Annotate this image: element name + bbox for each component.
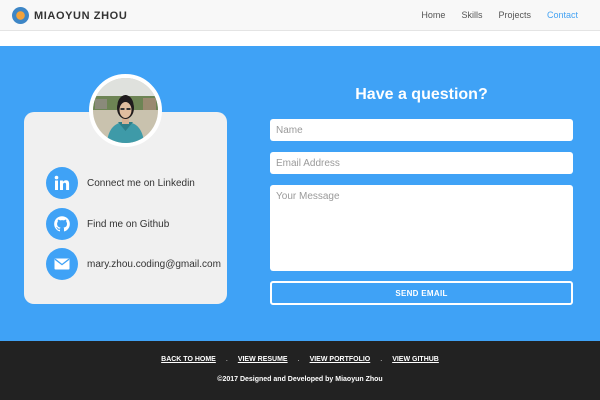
nav-link-home[interactable]: Home xyxy=(421,10,445,20)
profile-photo xyxy=(93,78,158,143)
footer-separator: . xyxy=(225,356,228,363)
contact-section: Connect me on Linkedin Find me on Github… xyxy=(0,46,600,341)
name-input[interactable] xyxy=(270,119,573,141)
footer-link-view-github[interactable]: VIEW GITHUB xyxy=(392,356,439,363)
footer-link-back-to-home[interactable]: BACK TO HOME xyxy=(161,356,216,363)
email-link[interactable]: mary.zhou.coding@gmail.com xyxy=(46,248,221,280)
copyright-text: ©2017 Designed and Developed by Miaoyun … xyxy=(217,376,383,383)
send-email-button[interactable]: SEND EMAIL xyxy=(270,281,573,305)
brand[interactable]: MIAOYUN ZHOU xyxy=(12,7,127,24)
github-link[interactable]: Find me on Github xyxy=(46,208,169,240)
footer-separator: . xyxy=(380,356,383,363)
linkedin-icon xyxy=(46,167,78,199)
nav-link-contact[interactable]: Contact xyxy=(547,10,578,20)
brand-logo-icon xyxy=(12,7,29,24)
footer-links: BACK TO HOME . VIEW RESUME . VIEW PORTFO… xyxy=(0,356,600,363)
form-title: Have a question? xyxy=(355,86,488,103)
nav-links: Home Skills Projects Contact xyxy=(405,10,578,20)
nav-link-projects[interactable]: Projects xyxy=(498,10,531,20)
linkedin-label: Connect me on Linkedin xyxy=(87,177,195,189)
footer-separator: . xyxy=(297,356,300,363)
footer: BACK TO HOME . VIEW RESUME . VIEW PORTFO… xyxy=(0,341,600,400)
github-icon xyxy=(46,208,78,240)
avatar xyxy=(89,74,162,147)
footer-link-view-resume[interactable]: VIEW RESUME xyxy=(238,356,288,363)
linkedin-link[interactable]: Connect me on Linkedin xyxy=(46,167,195,199)
brand-name: MIAOYUN ZHOU xyxy=(34,9,128,22)
navbar: MIAOYUN ZHOU Home Skills Projects Contac… xyxy=(0,0,600,31)
nav-link-skills[interactable]: Skills xyxy=(461,10,482,20)
email-input[interactable] xyxy=(270,152,573,174)
message-textarea[interactable] xyxy=(270,185,573,271)
email-label: mary.zhou.coding@gmail.com xyxy=(87,258,221,270)
github-label: Find me on Github xyxy=(87,218,170,230)
envelope-icon xyxy=(46,248,78,280)
footer-link-view-portfolio[interactable]: VIEW PORTFOLIO xyxy=(310,356,371,363)
